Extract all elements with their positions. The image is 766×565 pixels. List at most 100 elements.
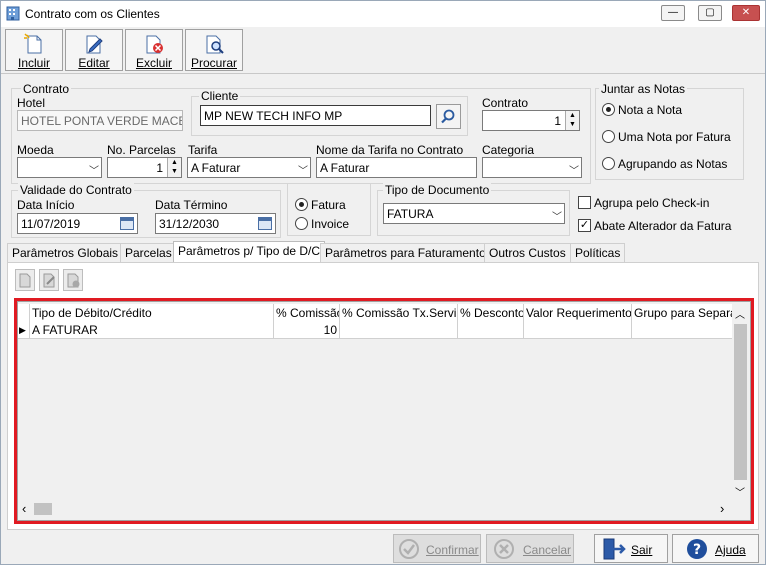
juntar-group-title: Juntar as Notas — [599, 82, 688, 96]
data-inicio-field[interactable]: 11/07/2019 — [17, 213, 138, 234]
window-title: Contrato com os Clientes — [25, 7, 160, 21]
fatura-radio[interactable] — [295, 198, 308, 211]
nome-tarifa-field[interactable]: A Faturar — [316, 157, 477, 178]
scroll-up-icon[interactable]: ︿ — [735, 306, 745, 321]
cancelar-label: Cancelar — [523, 543, 572, 557]
agrupando-label: Agrupando as Notas — [618, 157, 728, 171]
building-icon — [6, 6, 20, 21]
categoria-select[interactable]: ﹀ — [482, 157, 582, 178]
maximize-button[interactable]: ▢ — [698, 5, 722, 21]
grid-delete-button[interactable] — [63, 269, 83, 291]
main-window: Contrato com os Clientes — ▢ ✕ Incluir E… — [0, 0, 766, 565]
confirmar-label: Confirmar — [426, 543, 479, 557]
toolbar: Incluir Editar Excluir Procurar — [1, 27, 765, 73]
data-inicio-value: 11/07/2019 — [21, 217, 81, 231]
abate-alterador-label: Abate Alterador da Fatura — [594, 219, 732, 233]
parcelas-field[interactable]: 1 ▲ ▼ — [107, 157, 182, 178]
cell-valor-req[interactable] — [524, 321, 632, 339]
hotel-field[interactable]: HOTEL PONTA VERDE MACEIÓ — [17, 110, 183, 131]
uma-nota-label: Uma Nota por Fatura — [618, 130, 731, 144]
cliente-field[interactable]: MP NEW TECH INFO MP — [200, 105, 431, 126]
moeda-label: Moeda — [17, 143, 54, 157]
contrato-field[interactable]: 1 ▲ ▼ — [482, 110, 580, 131]
cell-comissao[interactable]: 10 — [274, 321, 340, 339]
cell-tipo[interactable]: A FATURAR — [30, 321, 274, 339]
cell-comissao-tx[interactable] — [340, 321, 458, 339]
uma-nota-radio[interactable] — [602, 130, 615, 143]
sair-button[interactable]: Sair — [594, 534, 668, 563]
chevron-down-icon: ﹀ — [569, 166, 579, 177]
incluir-button[interactable]: Incluir — [5, 29, 63, 71]
excluir-label: Excluir — [135, 56, 172, 70]
minimize-button[interactable]: — — [661, 5, 685, 21]
chevron-down-icon: ﹀ — [552, 212, 562, 223]
tab-parametros-tipo-dc[interactable]: Parâmetros p/ Tipo de D/C — [173, 241, 326, 263]
nota-a-nota-radio[interactable] — [602, 103, 615, 116]
incluir-label: Incluir — [17, 56, 50, 70]
ajuda-button[interactable]: ? Ajuda — [672, 534, 759, 563]
data-termino-label: Data Término — [155, 198, 228, 212]
col-tipo-debito-credito[interactable]: Tipo de Débito/Crédito — [30, 304, 274, 322]
delete-row-icon — [67, 273, 80, 288]
col-grupo-separa[interactable]: Grupo para Separa — [632, 304, 734, 322]
excluir-button[interactable]: Excluir — [125, 29, 183, 71]
close-button[interactable]: ✕ — [732, 5, 760, 21]
cell-grupo[interactable] — [632, 321, 734, 339]
scroll-down-icon[interactable]: ﹀ — [735, 484, 745, 499]
svg-text:?: ? — [693, 542, 701, 558]
data-termino-field[interactable]: 31/12/2030 — [155, 213, 276, 234]
abate-alterador-checkbox[interactable]: ✓ — [578, 219, 591, 232]
agrupando-radio[interactable] — [602, 157, 615, 170]
cancelar-button[interactable]: Cancelar — [486, 534, 574, 563]
cliente-search-button[interactable] — [436, 104, 461, 129]
grid-header: Tipo de Débito/Crédito % Comissão % Comi… — [18, 304, 734, 322]
horizontal-scrollbar[interactable]: ‹ › — [18, 500, 734, 518]
tab-parcelas[interactable]: Parcelas — [120, 243, 177, 262]
scroll-left-icon[interactable]: ‹ — [22, 501, 26, 516]
contrato-spinner[interactable]: ▲ ▼ — [565, 111, 579, 130]
row-indicator: ▶ — [18, 321, 30, 339]
parcelas-label: No. Parcelas — [107, 143, 176, 157]
col-comissao[interactable]: % Comissão — [274, 304, 340, 322]
nome-tarifa-label: Nome da Tarifa no Contrato — [316, 143, 464, 157]
vertical-scrollbar[interactable]: ︿ ﹀ — [732, 304, 750, 500]
tab-politicas[interactable]: Políticas — [570, 243, 626, 262]
calendar-icon[interactable] — [258, 217, 272, 230]
parcelas-spinner[interactable]: ▲ ▼ — [167, 158, 181, 177]
grid-edit-button[interactable] — [39, 269, 59, 291]
contrato-label: Contrato — [482, 96, 529, 110]
scroll-right-icon[interactable]: › — [720, 501, 724, 516]
col-valor-requerimento[interactable]: Valor Requerimento — [524, 304, 632, 322]
tab-parametros-globais[interactable]: Parâmetros Globais — [7, 243, 124, 262]
procurar-button[interactable]: Procurar — [185, 29, 243, 71]
hotel-label: Hotel — [17, 96, 46, 110]
validade-group-title: Validade do Contrato — [18, 183, 134, 197]
agrupa-checkin-checkbox[interactable] — [578, 196, 591, 209]
editar-button[interactable]: Editar — [65, 29, 123, 71]
tab-parametros-faturamento[interactable]: Parâmetros para Faturamento — [320, 243, 491, 262]
calendar-icon[interactable] — [120, 217, 134, 230]
tipo-documento-select[interactable]: FATURA ﹀ — [383, 203, 565, 224]
ajuda-label: Ajuda — [715, 543, 746, 557]
cancel-circle-icon — [494, 539, 514, 559]
vertical-scroll-thumb[interactable] — [734, 324, 747, 480]
search-icon — [441, 109, 455, 124]
invoice-radio[interactable] — [295, 217, 308, 230]
check-circle-icon — [399, 539, 419, 559]
grid-add-button[interactable] — [15, 269, 35, 291]
chevron-down-icon: ﹀ — [298, 166, 308, 177]
toolbar-separator — [1, 73, 765, 74]
cell-desconto[interactable] — [458, 321, 524, 339]
tarifa-select[interactable]: A Faturar ﹀ — [187, 157, 311, 178]
col-comissao-tx-servico[interactable]: % Comissão Tx.Serviço — [340, 304, 458, 322]
col-desconto[interactable]: % Desconto — [458, 304, 524, 322]
tab-outros-custos[interactable]: Outros Custos — [484, 243, 571, 262]
horizontal-scroll-thumb[interactable] — [34, 503, 52, 515]
cliente-group-title: Cliente — [199, 89, 241, 103]
edit-document-icon — [86, 35, 103, 54]
new-document-icon — [24, 33, 42, 54]
moeda-select[interactable]: ﹀ — [17, 157, 102, 178]
title-bar: Contrato com os Clientes — ▢ ✕ — [1, 1, 765, 27]
data-termino-value: 31/12/2030 — [159, 217, 220, 231]
confirmar-button[interactable]: Confirmar — [393, 534, 481, 563]
